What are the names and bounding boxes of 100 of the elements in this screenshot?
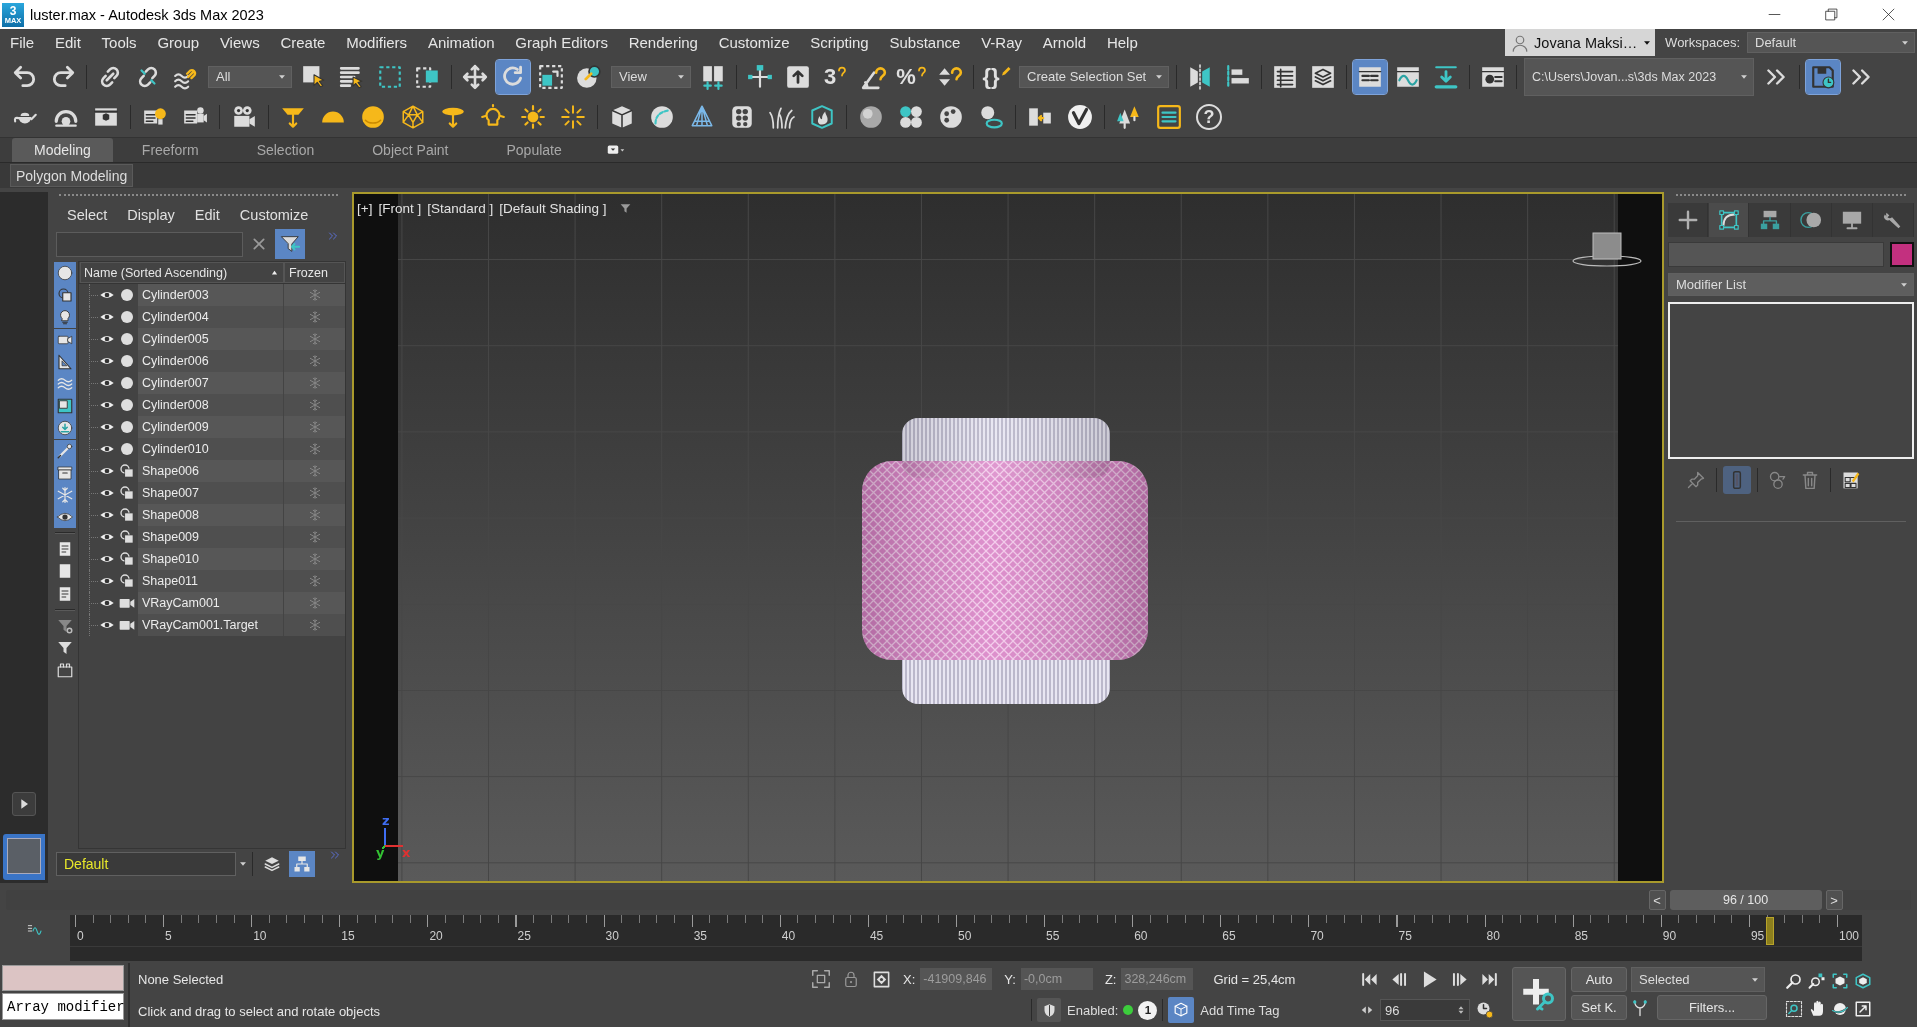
zoom-icon[interactable] bbox=[1785, 972, 1803, 990]
object-name-cell[interactable]: Cylinder003 bbox=[138, 284, 283, 306]
menu-item[interactable]: Substance bbox=[879, 34, 971, 51]
viewport-menu-label[interactable]: [Front ] bbox=[378, 201, 422, 216]
shield-button[interactable] bbox=[1037, 998, 1061, 1022]
object-name-cell[interactable]: Cylinder004 bbox=[138, 306, 283, 328]
menu-item[interactable]: Customize bbox=[708, 34, 800, 51]
window-panels-icon[interactable] bbox=[1353, 59, 1387, 94]
lock-icon[interactable] bbox=[842, 970, 860, 988]
menu-item[interactable]: Animation bbox=[417, 34, 505, 51]
clear-icon[interactable] bbox=[251, 236, 267, 252]
object-name-cell[interactable]: Cylinder008 bbox=[138, 394, 283, 416]
menu-item[interactable]: File bbox=[0, 34, 45, 51]
frozen-cell[interactable] bbox=[283, 438, 345, 460]
zoom-region-icon[interactable] bbox=[1785, 1000, 1803, 1018]
frozen-cell[interactable] bbox=[283, 306, 345, 328]
maximize-icon[interactable] bbox=[1854, 1000, 1872, 1018]
close-icon[interactable] bbox=[1882, 8, 1895, 21]
object-name-cell[interactable]: Cylinder009 bbox=[138, 416, 283, 438]
frozen-cell[interactable] bbox=[283, 504, 345, 526]
object-name-cell[interactable]: VRayCam001 bbox=[138, 592, 283, 614]
menu-item[interactable]: Create bbox=[270, 34, 336, 51]
clock-gear-icon[interactable] bbox=[1476, 1001, 1494, 1019]
waves-icon[interactable] bbox=[53, 372, 76, 395]
object-name-cell[interactable]: Shape009 bbox=[138, 526, 283, 548]
object-name-cell[interactable]: Shape010 bbox=[138, 548, 283, 570]
object-name-cell[interactable]: Cylinder006 bbox=[138, 350, 283, 372]
ribbon-panel-tab[interactable]: Polygon Modeling bbox=[10, 164, 134, 187]
menu-item[interactable]: Edit bbox=[44, 34, 92, 51]
panel-tab[interactable] bbox=[1709, 203, 1750, 237]
object-name-cell[interactable]: Shape007 bbox=[138, 482, 283, 504]
frame-field[interactable]: 96 bbox=[1380, 999, 1470, 1021]
viewport-layout-tab[interactable] bbox=[3, 834, 45, 880]
snowflake-icon[interactable] bbox=[53, 483, 76, 506]
filters-button[interactable]: Filters... bbox=[1657, 995, 1767, 1020]
hand-icon[interactable] bbox=[1808, 1000, 1826, 1018]
object-name-cell[interactable]: Cylinder005 bbox=[138, 328, 283, 350]
modifier-stack-list[interactable] bbox=[1668, 302, 1914, 459]
object-name-cell[interactable]: Shape006 bbox=[138, 460, 283, 482]
add-time-tag-label[interactable]: Add Time Tag bbox=[1200, 1002, 1280, 1018]
zoom-all-icon[interactable] bbox=[1808, 972, 1826, 990]
pin-icon[interactable] bbox=[53, 439, 76, 462]
fork-icon[interactable] bbox=[1631, 997, 1649, 1018]
zoom-extents-all-icon[interactable] bbox=[1854, 972, 1872, 990]
viewport-menu-label[interactable]: [Standard ] bbox=[427, 201, 494, 216]
frozen-cell[interactable] bbox=[283, 482, 345, 504]
frozen-cell[interactable] bbox=[283, 460, 345, 482]
funnel-icon[interactable] bbox=[618, 202, 632, 215]
nested-squares-icon[interactable] bbox=[53, 395, 76, 418]
menu-item[interactable]: Arnold bbox=[1032, 34, 1097, 51]
ribbon-tab[interactable]: Modeling bbox=[12, 138, 113, 162]
current-frame-marker[interactable] bbox=[1765, 917, 1774, 945]
restore-icon[interactable] bbox=[1825, 8, 1838, 21]
user-account-dropdown[interactable]: Jovana Maksi… bbox=[1505, 29, 1656, 56]
frozen-cell[interactable] bbox=[283, 372, 345, 394]
named-selection-button[interactable]: {} bbox=[980, 59, 1014, 94]
menu-item[interactable]: Rendering bbox=[618, 34, 709, 51]
zoom-extents-icon[interactable] bbox=[1831, 972, 1849, 990]
menu-item[interactable]: Help bbox=[1096, 34, 1149, 51]
frozen-cell[interactable] bbox=[283, 526, 345, 548]
explorer-menu-item[interactable]: Select bbox=[67, 207, 108, 223]
object-name-field[interactable] bbox=[1668, 242, 1884, 267]
set-square-icon[interactable] bbox=[53, 350, 76, 373]
explorer-menu-item[interactable]: Display bbox=[127, 207, 175, 223]
key-plus-button[interactable] bbox=[1512, 967, 1566, 1021]
save-clock-icon[interactable] bbox=[1806, 59, 1840, 94]
frozen-cell[interactable] bbox=[283, 570, 345, 592]
help-button[interactable]: ? bbox=[1196, 104, 1222, 130]
ribbon-tab[interactable]: Object Paint bbox=[343, 138, 478, 162]
workspace-dropdown[interactable]: Default bbox=[1747, 32, 1915, 53]
listener-input-field[interactable] bbox=[2, 965, 124, 991]
column-header[interactable]: Name (Sorted Ascending) bbox=[80, 262, 284, 283]
project-folder-dropdown[interactable]: C:\Users\Jovan...s\3ds Max 2023 bbox=[1524, 57, 1754, 96]
explorer-menu-item[interactable]: Customize bbox=[239, 207, 309, 223]
ribbon-tab[interactable]: Populate bbox=[477, 138, 591, 162]
frozen-cell[interactable] bbox=[283, 284, 345, 306]
frozen-cell[interactable] bbox=[283, 416, 345, 438]
menu-item[interactable]: Modifiers bbox=[335, 34, 418, 51]
menu-item[interactable]: Scripting bbox=[799, 34, 880, 51]
viewport-menu-label[interactable]: [+] bbox=[357, 201, 373, 216]
hierarchy-icon[interactable] bbox=[289, 851, 315, 877]
bulb-icon[interactable] bbox=[53, 306, 76, 329]
next-frame-button[interactable]: > bbox=[1825, 890, 1843, 910]
menu-item[interactable]: Tools bbox=[91, 34, 147, 51]
layer-dropdown[interactable]: Default bbox=[56, 852, 236, 876]
menu-item[interactable]: Group bbox=[147, 34, 210, 51]
object-name-cell[interactable]: Cylinder007 bbox=[138, 372, 283, 394]
orbit-icon[interactable] bbox=[1831, 1000, 1849, 1018]
key-mode-button[interactable]: Auto bbox=[1571, 967, 1627, 992]
key-mode-button[interactable]: Set K. bbox=[1571, 995, 1627, 1020]
cube-icon[interactable] bbox=[1168, 997, 1195, 1023]
snap-toggle-button[interactable]: 3 bbox=[819, 59, 853, 94]
selection-set-dropdown[interactable]: Create Selection Set bbox=[1019, 65, 1169, 88]
isolate-icon[interactable] bbox=[810, 968, 832, 990]
viewport-menu-label[interactable]: [Default Shading ] bbox=[499, 201, 607, 216]
frozen-cell[interactable] bbox=[283, 394, 345, 416]
menu-item[interactable]: Views bbox=[209, 34, 271, 51]
object-name-cell[interactable]: Cylinder010 bbox=[138, 438, 283, 460]
previous-frame-button[interactable]: < bbox=[1648, 890, 1666, 910]
listener-output-field[interactable]: Array modifier bbox=[2, 993, 124, 1020]
